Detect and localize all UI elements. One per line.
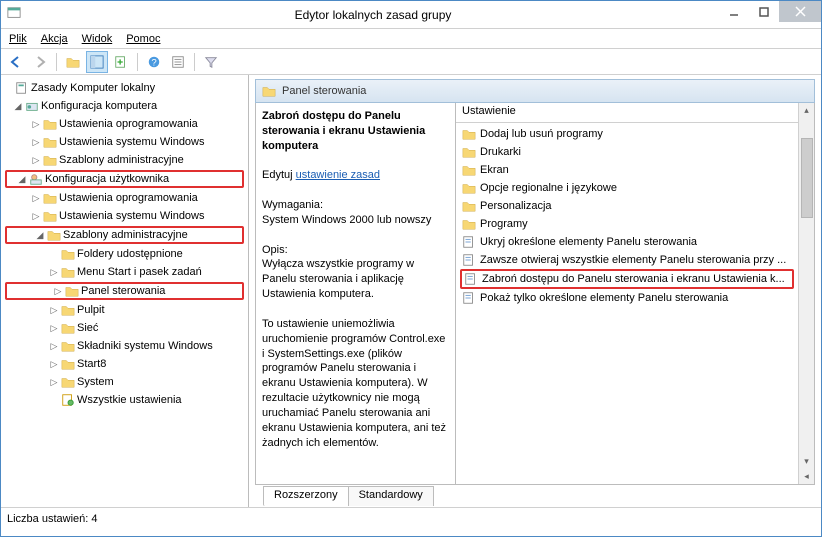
export-button[interactable] xyxy=(110,51,132,73)
list-item[interactable]: Drukarki xyxy=(460,143,794,161)
status-bar: Liczba ustawień: 4 xyxy=(1,507,821,529)
tree-item[interactable]: Składniki systemu Windows xyxy=(77,340,213,352)
setting-title: Zabroń dostępu do Panelu sterowania i ek… xyxy=(262,110,425,152)
filter-button[interactable] xyxy=(200,51,222,73)
tree-item[interactable]: Szablony administracyjne xyxy=(59,154,184,166)
tree-control-panel[interactable]: Panel sterowania xyxy=(81,285,165,297)
list-item[interactable]: Ukryj określone elementy Panelu sterowan… xyxy=(460,233,794,251)
tree-item[interactable]: Wszystkie ustawienia xyxy=(77,394,182,406)
list-item[interactable]: Dodaj lub usuń programy xyxy=(460,125,794,143)
forward-button[interactable] xyxy=(29,51,51,73)
list-item-selected[interactable]: Zabroń dostępu do Panelu sterowania i ek… xyxy=(460,269,794,289)
menu-file[interactable]: Plik xyxy=(9,33,27,45)
scroll-thumb[interactable] xyxy=(801,138,813,218)
list-item[interactable]: Zawsze otwieraj wszystkie elementy Panel… xyxy=(460,251,794,269)
up-button[interactable] xyxy=(62,51,84,73)
panel-title: Panel sterowania xyxy=(282,85,366,97)
tree-root[interactable]: Zasady Komputer lokalny xyxy=(31,82,155,94)
title-bar: Edytor lokalnych zasad grupy xyxy=(1,1,821,29)
back-button[interactable] xyxy=(5,51,27,73)
panel-header: Panel sterowania xyxy=(255,79,815,103)
settings-list: Ustawienie Dodaj lub usuń programy Druka… xyxy=(456,103,798,484)
tree-item[interactable]: Ustawienia systemu Windows xyxy=(59,210,205,222)
tab-extended[interactable]: Rozszerzony xyxy=(263,486,349,506)
list-item[interactable]: Ekran xyxy=(460,161,794,179)
tree-item[interactable]: System xyxy=(77,376,114,388)
list-item[interactable]: Pokaż tylko określone elementy Panelu st… xyxy=(460,289,794,307)
menu-help[interactable]: Pomoc xyxy=(126,33,160,45)
scroll-down-icon[interactable]: ▾ xyxy=(802,454,811,469)
scroll-up-icon[interactable]: ▴ xyxy=(802,103,811,118)
menu-bar: Plik Akcja Widok Pomoc xyxy=(1,29,821,49)
tab-standard[interactable]: Standardowy xyxy=(348,486,434,506)
tree-computer-config[interactable]: Konfiguracja komputera xyxy=(41,100,157,112)
right-pane: Panel sterowania Zabroń dostępu do Panel… xyxy=(249,75,821,507)
tree-user-config[interactable]: Konfiguracja użytkownika xyxy=(45,173,169,185)
show-tree-button[interactable] xyxy=(86,51,108,73)
list-item[interactable]: Opcje regionalne i językowe xyxy=(460,179,794,197)
help-button[interactable]: ? xyxy=(143,51,165,73)
tree-item[interactable]: Start8 xyxy=(77,358,106,370)
tree-item[interactable]: Menu Start i pasek zadań xyxy=(77,266,202,278)
menu-view[interactable]: Widok xyxy=(82,33,113,45)
maximize-button[interactable] xyxy=(749,1,779,22)
tree-item[interactable]: Pulpit xyxy=(77,304,105,316)
list-item[interactable]: Personalizacja xyxy=(460,197,794,215)
edit-policy-link[interactable]: ustawienie zasad xyxy=(296,169,380,181)
scrollbar[interactable]: ▴ ▾ ◂ xyxy=(798,103,814,484)
tree-admin-templates[interactable]: Szablony administracyjne xyxy=(63,229,188,241)
tree-item[interactable]: Ustawienia oprogramowania xyxy=(59,118,198,130)
tree-pane: Zasady Komputer lokalny ◢Konfiguracja ko… xyxy=(1,75,249,507)
tree-item[interactable]: Ustawienia systemu Windows xyxy=(59,136,205,148)
tree-item[interactable]: Sieć xyxy=(77,322,98,334)
folder-icon xyxy=(262,84,276,98)
status-text: Liczba ustawień: 4 xyxy=(7,513,98,525)
tree-item[interactable]: Ustawienia oprogramowania xyxy=(59,192,198,204)
app-icon xyxy=(7,6,21,23)
menu-action[interactable]: Akcja xyxy=(41,33,68,45)
list-header[interactable]: Ustawienie xyxy=(456,103,798,123)
properties-button[interactable] xyxy=(167,51,189,73)
list-item[interactable]: Programy xyxy=(460,215,794,233)
tree-item[interactable]: Foldery udostępnione xyxy=(77,248,183,260)
window-title: Edytor lokalnych zasad grupy xyxy=(27,8,719,22)
scroll-left-icon[interactable]: ◂ xyxy=(802,469,811,484)
description-pane: Zabroń dostępu do Panelu sterowania i ek… xyxy=(256,103,456,484)
tabs: Rozszerzony Standardowy xyxy=(255,484,815,506)
svg-text:?: ? xyxy=(151,57,156,68)
tool-bar: ? xyxy=(1,49,821,75)
close-button[interactable] xyxy=(779,1,821,22)
minimize-button[interactable] xyxy=(719,1,749,22)
